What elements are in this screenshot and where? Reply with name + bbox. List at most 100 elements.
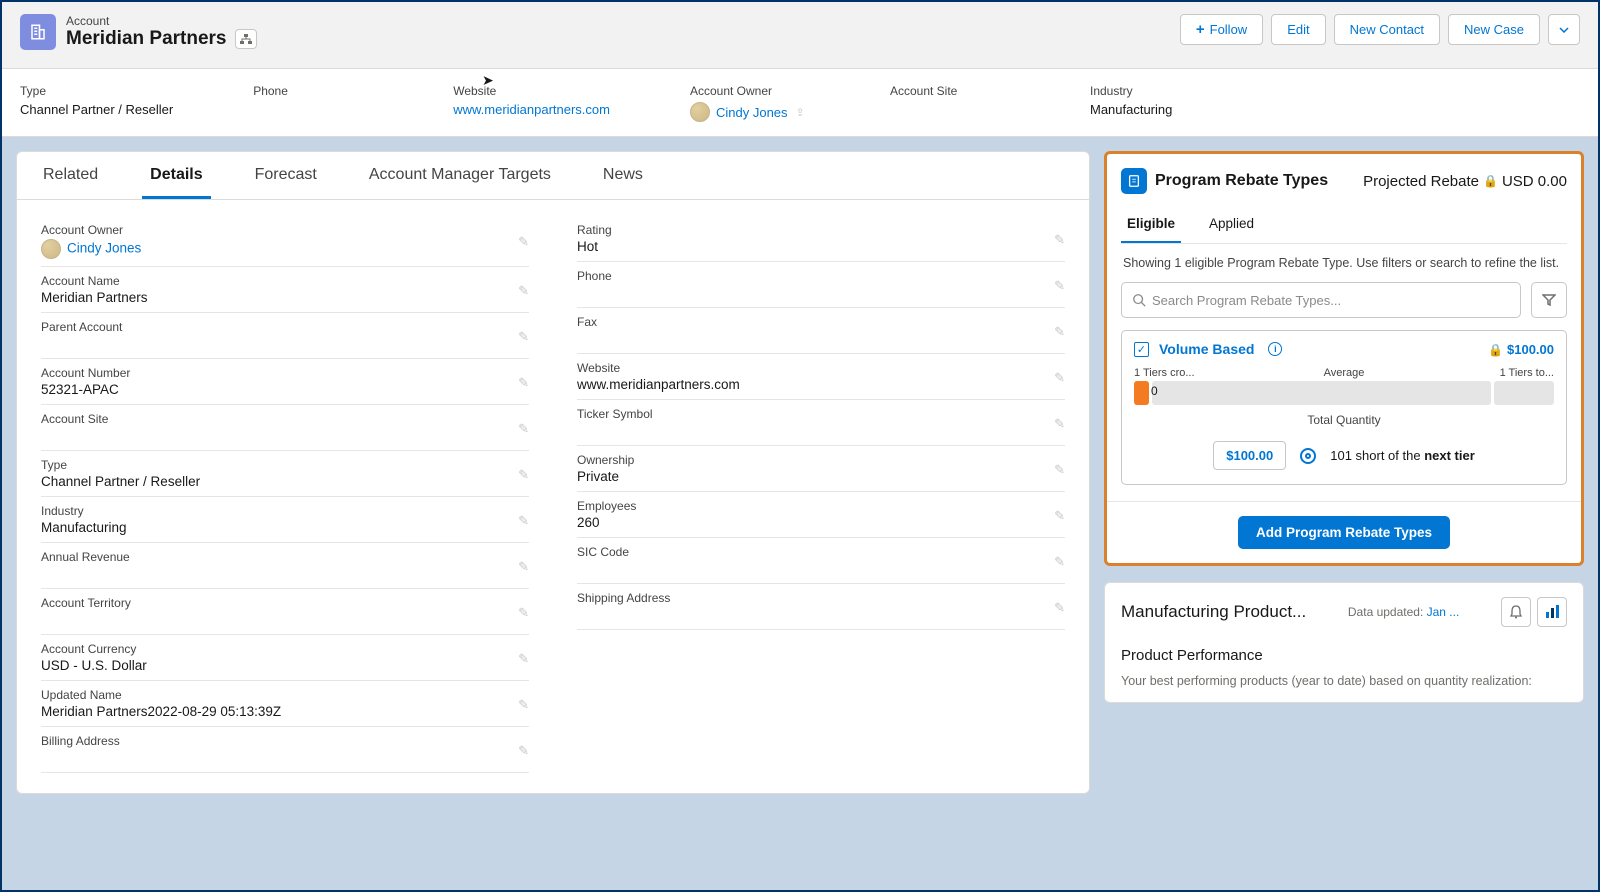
chart-button[interactable] — [1537, 597, 1567, 627]
field-label: Website — [577, 361, 1065, 375]
tab-details[interactable]: Details — [142, 152, 210, 199]
tab-related[interactable]: Related — [35, 152, 106, 199]
field-value: USD - U.S. Dollar — [41, 658, 529, 673]
field-label: Fax — [577, 315, 1065, 329]
notification-button[interactable] — [1501, 597, 1531, 627]
lock-icon: 🔒 — [1483, 174, 1498, 188]
field-label: Type — [41, 458, 529, 472]
edit-field-icon[interactable]: ✎ — [518, 559, 529, 575]
edit-field-icon[interactable]: ✎ — [518, 697, 529, 713]
field-label: Account Territory — [41, 596, 529, 610]
edit-field-icon[interactable]: ✎ — [1054, 600, 1065, 616]
rebate-item-checkbox[interactable]: ✓ — [1134, 342, 1149, 357]
bar-chart-icon — [1544, 604, 1560, 620]
detail-field: Phone✎ — [577, 264, 1065, 308]
product-card-title: Manufacturing Product... — [1121, 602, 1306, 622]
tier-short-text: 101 short of the next tier — [1330, 448, 1475, 463]
field-value: Hot — [577, 239, 1065, 254]
new-case-button[interactable]: New Case — [1448, 14, 1540, 45]
edit-field-icon[interactable]: ✎ — [518, 743, 529, 759]
edit-field-icon[interactable]: ✎ — [1054, 278, 1065, 294]
add-rebate-types-button[interactable]: Add Program Rebate Types — [1238, 516, 1450, 549]
edit-field-icon[interactable]: ✎ — [518, 375, 529, 391]
field-value: Private — [577, 469, 1065, 484]
hierarchy-button[interactable] — [235, 29, 257, 49]
field-label: Account Site — [890, 84, 1010, 98]
field-value: 52321-APAC — [41, 382, 529, 397]
owner-link[interactable]: Cindy Jones — [716, 105, 788, 120]
website-link[interactable]: www.meridianpartners.com — [453, 102, 610, 117]
tier-amount-button[interactable]: $100.00 — [1213, 441, 1286, 470]
detail-field: Ticker Symbol✎ — [577, 402, 1065, 446]
page-header: Account Meridian Partners +Follow Edit N… — [2, 2, 1598, 137]
filter-button[interactable] — [1531, 282, 1567, 318]
record-tabs: Related Details Forecast Account Manager Ta… — [17, 152, 1089, 200]
detail-field: SIC Code✎ — [577, 540, 1065, 584]
edit-field-icon[interactable]: ✎ — [518, 651, 529, 667]
lock-icon: 🔒 — [1488, 343, 1503, 357]
rebate-item: ✓ Volume Based i 🔒 $100.00 1 Tiers cro..… — [1121, 330, 1567, 485]
edit-field-icon[interactable]: ✎ — [518, 513, 529, 529]
field-label: Type — [20, 84, 173, 98]
edit-field-icon[interactable]: ✎ — [1054, 508, 1065, 524]
field-label: Account Site — [41, 412, 529, 426]
highlight-panel: Type Channel Partner / Reseller Phone We… — [2, 68, 1598, 136]
detail-field: Website www.meridianpartners.com✎ — [577, 356, 1065, 400]
field-label: Employees — [577, 499, 1065, 513]
field-value: Channel Partner / Reseller — [20, 102, 173, 117]
owner-avatar — [690, 102, 710, 122]
detail-field: TypeChannel Partner / Reseller✎ — [41, 453, 529, 497]
object-label: Account — [66, 14, 257, 28]
rebate-item-name[interactable]: Volume Based — [1159, 341, 1254, 357]
search-icon — [1132, 293, 1146, 307]
detail-field: Fax✎ — [577, 310, 1065, 354]
detail-field: Shipping Address✎ — [577, 586, 1065, 630]
product-performance-card: Manufacturing Product... Data updated: J… — [1104, 582, 1584, 703]
tab-forecast[interactable]: Forecast — [247, 152, 325, 199]
owner-avatar — [41, 239, 61, 259]
rebate-search-input[interactable] — [1152, 293, 1510, 308]
bell-icon — [1508, 604, 1524, 620]
info-icon[interactable]: i — [1268, 342, 1282, 356]
tab-account-manager-targets[interactable]: Account Manager Targets — [361, 152, 559, 199]
performance-title: Product Performance — [1121, 647, 1567, 664]
field-value[interactable]: www.meridianpartners.com — [577, 377, 1065, 392]
edit-field-icon[interactable]: ✎ — [1054, 554, 1065, 570]
edit-field-icon[interactable]: ✎ — [1054, 462, 1065, 478]
detail-field: IndustryManufacturing✎ — [41, 499, 529, 543]
more-actions-button[interactable] — [1548, 14, 1580, 45]
field-label: Ownership — [577, 453, 1065, 467]
field-value[interactable]: Cindy Jones — [41, 239, 529, 259]
owner-link[interactable]: Cindy Jones — [67, 241, 141, 256]
detail-field: Updated NameMeridian Partners2022-08-29 … — [41, 683, 529, 727]
edit-field-icon[interactable]: ✎ — [1054, 324, 1065, 340]
edit-field-icon[interactable]: ✎ — [1054, 232, 1065, 248]
rebate-tab-applied[interactable]: Applied — [1203, 208, 1260, 243]
edit-field-icon[interactable]: ✎ — [518, 234, 529, 250]
edit-field-icon[interactable]: ✎ — [1054, 370, 1065, 386]
tab-news[interactable]: News — [595, 152, 651, 199]
change-owner-icon[interactable]: ⇪ — [796, 106, 805, 119]
data-updated-link[interactable]: Jan ... — [1427, 605, 1460, 619]
edit-button[interactable]: Edit — [1271, 14, 1325, 45]
progress-segment-crossed — [1134, 381, 1149, 405]
projected-rebate-value: USD 0.00 — [1502, 173, 1567, 190]
detail-field: Account OwnerCindy Jones✎ — [41, 218, 529, 267]
detail-field: Billing Address✎ — [41, 729, 529, 773]
field-label: Shipping Address — [577, 591, 1065, 605]
progress-segment-average — [1152, 381, 1491, 405]
edit-field-icon[interactable]: ✎ — [518, 329, 529, 345]
progress-label-mid: Average — [1204, 367, 1484, 379]
edit-field-icon[interactable]: ✎ — [518, 605, 529, 621]
rebate-tab-eligible[interactable]: Eligible — [1121, 208, 1181, 243]
follow-button[interactable]: +Follow — [1180, 14, 1263, 45]
edit-field-icon[interactable]: ✎ — [518, 421, 529, 437]
edit-field-icon[interactable]: ✎ — [518, 467, 529, 483]
field-label: SIC Code — [577, 545, 1065, 559]
new-contact-button[interactable]: New Contact — [1334, 14, 1440, 45]
document-icon — [1121, 168, 1147, 194]
edit-field-icon[interactable]: ✎ — [518, 283, 529, 299]
edit-field-icon[interactable]: ✎ — [1054, 416, 1065, 432]
rebate-search[interactable] — [1121, 282, 1521, 318]
projected-rebate-label: Projected Rebate — [1363, 173, 1479, 190]
